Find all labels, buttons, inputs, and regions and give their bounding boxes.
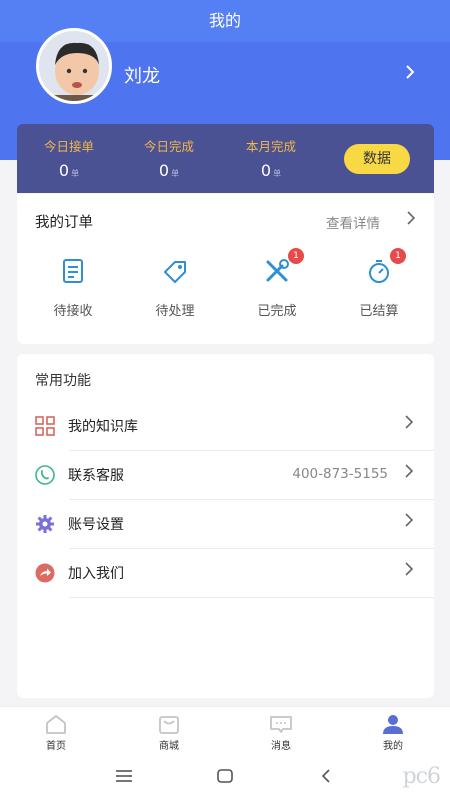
grid-icon [35, 416, 55, 436]
system-navigation-bar: pc6 [0, 756, 450, 800]
bottom-tab-bar: 首页 商城 消息 我的 [0, 706, 450, 756]
order-pending-receive[interactable]: 待接收 [23, 258, 123, 319]
chevron-right-icon [404, 512, 414, 532]
data-button[interactable]: 数据 [344, 144, 410, 174]
document-icon [58, 258, 88, 284]
stat-unit: 单 [273, 169, 282, 178]
common-functions-title: 常用功能 [35, 373, 91, 389]
orders-title: 我的订单 [35, 215, 93, 231]
chevron-right-icon [404, 561, 414, 581]
stat-month-completed: 本月完成 0单 [221, 136, 321, 180]
chevron-right-icon [404, 463, 414, 483]
phone-number: 400-873-5155 [292, 466, 388, 482]
common-functions-card: 常用功能 我的知识库 联系客服 400-873-5155 账号设置 加入我们 [17, 354, 434, 698]
avatar[interactable] [36, 28, 112, 104]
watermark-logo: pc6 [402, 764, 441, 789]
order-label: 待接收 [53, 304, 93, 319]
order-completed[interactable]: 1 已完成 [227, 248, 327, 319]
orders-card: 我的订单 查看详情 待接收 待处理 1 已完成 1 已结算 [17, 194, 434, 344]
chevron-right-icon[interactable] [404, 64, 416, 85]
stat-value: 0 [58, 161, 70, 180]
join-us-row[interactable]: 加入我们 [17, 549, 434, 598]
notification-badge: 1 [390, 248, 406, 264]
home-icon [44, 713, 68, 735]
stat-label: 今日接单 [43, 139, 94, 154]
divider [69, 597, 434, 598]
user-icon [381, 713, 405, 735]
shop-icon [157, 713, 181, 735]
profile-section[interactable]: 刘龙 [0, 28, 450, 124]
order-pending-process[interactable]: 待处理 [125, 258, 225, 319]
knowledge-base-row[interactable]: 我的知识库 [17, 402, 434, 451]
share-icon [35, 563, 55, 583]
gear-icon [35, 514, 55, 534]
tab-messages[interactable]: 消息 [251, 713, 311, 752]
stat-today-completed: 今日完成 0单 [119, 136, 219, 180]
tools-icon: 1 [262, 248, 304, 284]
row-label: 账号设置 [68, 517, 124, 533]
stat-label: 今日完成 [143, 139, 194, 154]
stats-panel: 今日接单 0单 今日完成 0单 本月完成 0单 数据 [17, 124, 434, 193]
tab-label: 消息 [271, 741, 291, 752]
tab-shop[interactable]: 商城 [139, 713, 199, 752]
username: 刘龙 [124, 66, 160, 87]
tab-label: 首页 [46, 741, 66, 752]
tab-label: 商城 [159, 741, 179, 752]
tab-label: 我的 [383, 741, 403, 752]
chevron-right-icon [404, 414, 414, 434]
menu-icon[interactable] [115, 768, 133, 788]
order-label: 已结算 [359, 304, 399, 319]
view-details-link[interactable]: 查看详情 [326, 212, 380, 232]
order-label: 待处理 [155, 304, 195, 319]
row-label: 联系客服 [68, 468, 124, 484]
row-label: 加入我们 [68, 566, 124, 582]
tab-home[interactable]: 首页 [26, 713, 86, 752]
stat-value: 0 [260, 161, 272, 180]
tab-mine[interactable]: 我的 [363, 713, 423, 752]
stat-today-received: 今日接单 0单 [19, 136, 119, 180]
chevron-right-icon[interactable] [406, 210, 416, 230]
stat-unit: 单 [171, 169, 180, 178]
customer-service-row[interactable]: 联系客服 400-873-5155 [17, 451, 434, 500]
phone-icon [35, 465, 55, 485]
order-settled[interactable]: 1 已结算 [329, 248, 429, 319]
stat-value: 0 [158, 161, 170, 180]
notification-badge: 1 [288, 248, 304, 264]
message-icon [269, 713, 293, 735]
back-icon[interactable] [318, 768, 336, 788]
stat-unit: 单 [71, 169, 80, 178]
home-button-icon[interactable] [216, 768, 234, 788]
stopwatch-icon: 1 [364, 248, 406, 284]
order-label: 已完成 [257, 304, 297, 319]
row-label: 我的知识库 [68, 419, 138, 435]
account-settings-row[interactable]: 账号设置 [17, 500, 434, 549]
stat-label: 本月完成 [245, 139, 296, 154]
tag-icon [160, 258, 190, 284]
